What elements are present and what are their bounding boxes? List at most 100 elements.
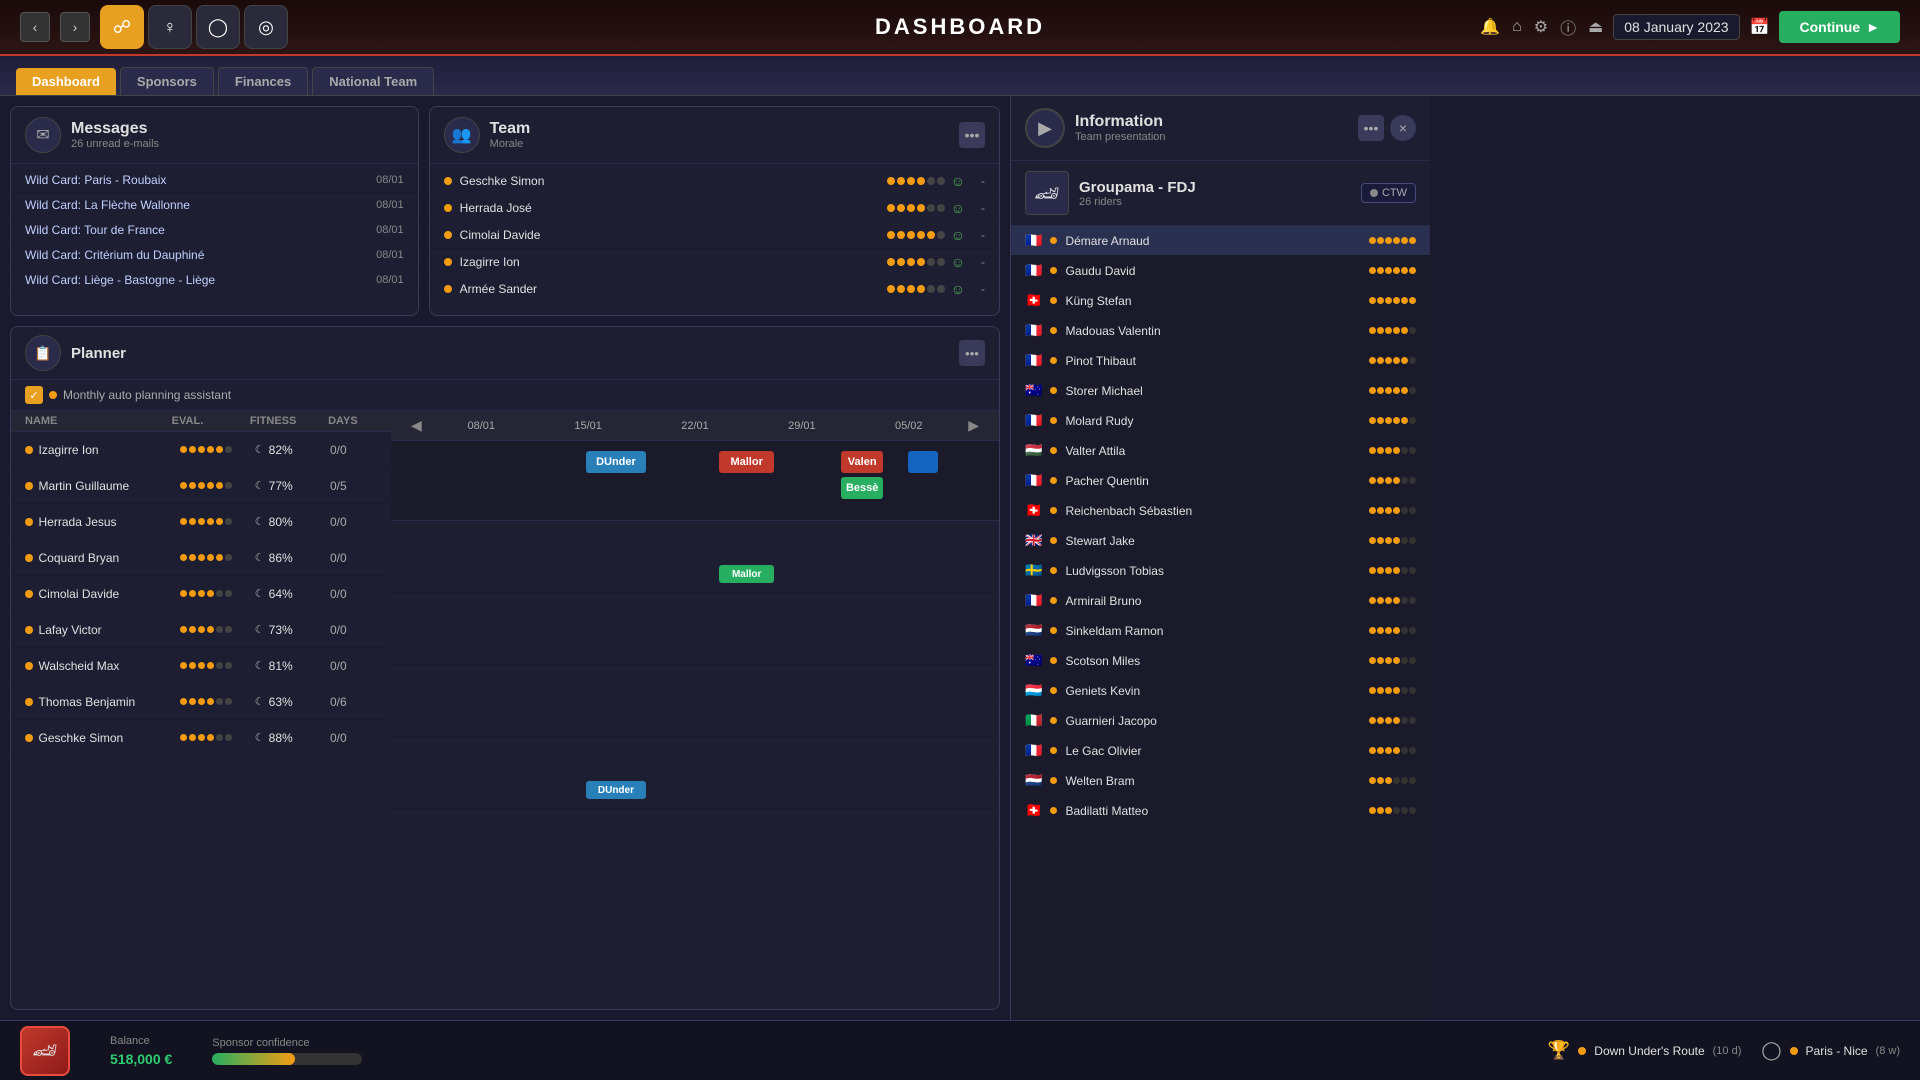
world-nav-btn[interactable]: ◎ <box>244 5 288 49</box>
rider-full-name: Ludvigsson Tobias <box>1065 564 1361 578</box>
race-block-mallor1[interactable]: Mallor <box>719 451 774 473</box>
rider-list-item[interactable]: 🇫🇷 Molard Rudy <box>1011 406 1430 436</box>
rider-list-item[interactable]: 🇱🇺 Geniets Kevin <box>1011 676 1430 706</box>
team-nav-btn[interactable]: ♀ <box>148 5 192 49</box>
rider-list-item[interactable]: 🇦🇺 Storer Michael <box>1011 376 1430 406</box>
rider-list-item[interactable]: 🇨🇭 Badilatti Matteo <box>1011 796 1430 826</box>
rider-status-dot <box>1050 627 1057 634</box>
rider-status-dot <box>1050 477 1057 484</box>
team-morale-item: Cimolai Davide ☺ - <box>430 222 999 249</box>
dashboard-nav-btn[interactable]: ☍ <box>100 5 144 49</box>
team-title: Team <box>490 120 531 138</box>
auto-planning-checkbox[interactable]: ✓ <box>25 386 43 404</box>
settings-icon[interactable]: ⚙ <box>1534 17 1548 37</box>
timeline-next[interactable]: ▶ <box>962 417 985 434</box>
rider-rating <box>1369 687 1416 694</box>
flag-icon: 🇫🇷 <box>1025 232 1042 249</box>
rider-list-item[interactable]: 🇭🇺 Valter Attila <box>1011 436 1430 466</box>
rider-list-item[interactable]: 🇳🇱 Sinkeldam Ramon <box>1011 616 1430 646</box>
rider-dot <box>25 518 33 526</box>
balance-label: Balance <box>110 1035 172 1047</box>
planner-icon: 📋 <box>25 335 61 371</box>
top-section: ✉ Messages 26 unread e-mails Wild Card: … <box>10 106 1000 316</box>
tab-national-team[interactable]: National Team <box>312 67 434 95</box>
race-block-extra[interactable] <box>908 451 938 473</box>
rider-rating <box>1369 717 1416 724</box>
planner-timeline: ◀ 08/01 15/01 22/01 29/01 05/02 ▶ <box>391 411 999 441</box>
tab-sponsors[interactable]: Sponsors <box>120 67 214 95</box>
rider-status-dot <box>444 285 452 293</box>
rider-name: Herrada Jesus <box>39 515 180 529</box>
info-header: ▶ Information Team presentation ••• × <box>1011 96 1430 161</box>
team-morale-card: 👥 Team Morale ••• Geschke Simon <box>429 106 1000 316</box>
message-item[interactable]: Wild Card: Paris - Roubaix 08/01 <box>11 168 418 193</box>
power-icon[interactable]: ⏏ <box>1588 17 1603 37</box>
days-col: 0/0 <box>330 443 377 457</box>
rider-full-name: Pacher Quentin <box>1065 474 1361 488</box>
rider-list-item[interactable]: 🇫🇷 Démare Arnaud <box>1011 226 1430 256</box>
rider-list-item[interactable]: 🇸🇪 Ludvigsson Tobias <box>1011 556 1430 586</box>
stats-nav-btn[interactable]: ◯ <box>196 5 240 49</box>
rider-rating <box>1369 507 1416 514</box>
rider-rating <box>1369 597 1416 604</box>
forward-arrow[interactable]: › <box>60 12 90 42</box>
rider-list-item[interactable]: 🇫🇷 Armirail Bruno <box>1011 586 1430 616</box>
fitness-col: ☾ 81% <box>255 659 330 673</box>
message-item[interactable]: Wild Card: Critérium du Dauphiné 08/01 <box>11 243 418 268</box>
rider-list-item[interactable]: 🇦🇺 Scotson Miles <box>1011 646 1430 676</box>
team-menu-button[interactable]: ••• <box>959 122 985 148</box>
calendar-icon[interactable]: 📅 <box>1750 17 1770 37</box>
back-arrow[interactable]: ‹ <box>20 12 50 42</box>
message-item[interactable]: Wild Card: La Flèche Wallonne 08/01 <box>11 193 418 218</box>
tab-dashboard[interactable]: Dashboard <box>16 68 116 95</box>
continue-button[interactable]: Continue ► <box>1779 11 1900 43</box>
flag-icon: 🇦🇺 <box>1025 652 1042 669</box>
planner-left-rows: Izagirre Ion ☾ 82% 0/0 Martin Guillaume … <box>11 432 391 756</box>
rider-list-item[interactable]: 🇮🇹 Guarnieri Jacopo <box>1011 706 1430 736</box>
rider-name: Walscheid Max <box>39 659 180 673</box>
rider-name: Martin Guillaume <box>39 479 180 493</box>
rider-list-item[interactable]: 🇫🇷 Le Gac Olivier <box>1011 736 1430 766</box>
race-block-dunder[interactable]: DUnder <box>586 451 647 473</box>
rider-status-dot <box>1050 537 1057 544</box>
tab-finances[interactable]: Finances <box>218 67 308 95</box>
info-icon[interactable]: ⓘ <box>1560 15 1576 39</box>
morale-dots: ☺ <box>887 200 965 216</box>
rider-list-item[interactable]: 🇬🇧 Stewart Jake <box>1011 526 1430 556</box>
rider-list-item[interactable]: 🇫🇷 Pacher Quentin <box>1011 466 1430 496</box>
race-block-valen[interactable]: Valen <box>841 451 884 473</box>
home-icon[interactable]: ⌂ <box>1512 18 1522 36</box>
team-logo: 🏎 <box>1025 171 1069 215</box>
rider-rating <box>1369 387 1416 394</box>
rider-list-item[interactable]: 🇫🇷 Madouas Valentin <box>1011 316 1430 346</box>
planner-menu-button[interactable]: ••• <box>959 340 985 366</box>
nav-buttons: ☍ ♀ ◯ ◎ <box>100 5 288 49</box>
team-morale-item: Armée Sander ☺ - <box>430 276 999 303</box>
rider-status-dot <box>1050 237 1057 244</box>
message-item[interactable]: Wild Card: Liège - Bastogne - Liège 08/0… <box>11 268 418 293</box>
planner-rider-row: Geschke Simon ☾ 88% 0/0 <box>11 720 391 756</box>
rider-status-dot <box>1050 657 1057 664</box>
flag-icon: 🇦🇺 <box>1025 382 1042 399</box>
rider-list-item[interactable]: 🇫🇷 Gaudu David <box>1011 256 1430 286</box>
rider-list-item[interactable]: 🇫🇷 Pinot Thibaut <box>1011 346 1430 376</box>
notification-icon[interactable]: 🔔 <box>1480 17 1500 37</box>
rider-dot <box>25 554 33 562</box>
moon-icon: ☾ <box>255 659 265 672</box>
rider-list-item[interactable]: 🇨🇭 Küng Stefan <box>1011 286 1430 316</box>
team-info-header: 🏎 Groupama - FDJ 26 riders CTW <box>1011 161 1430 226</box>
race-block-besse[interactable]: Bessè <box>841 477 884 499</box>
race-plan-bar[interactable]: Mallor <box>719 565 774 583</box>
rider-list-item[interactable]: 🇳🇱 Welten Bram <box>1011 766 1430 796</box>
fitness-col: ☾ 63% <box>255 695 330 709</box>
event-name: Down Under's Route <box>1594 1044 1704 1058</box>
rider-full-name: Geniets Kevin <box>1065 684 1361 698</box>
info-close-button[interactable]: × <box>1390 115 1416 141</box>
race-plan-bar[interactable]: DUnder <box>586 781 647 799</box>
sponsor-bar-fill <box>212 1053 295 1065</box>
message-item[interactable]: Wild Card: Tour de France 08/01 <box>11 218 418 243</box>
timeline-prev[interactable]: ◀ <box>405 417 428 434</box>
event-info: (10 d) <box>1713 1045 1742 1057</box>
rider-list-item[interactable]: 🇨🇭 Reichenbach Sébastien <box>1011 496 1430 526</box>
info-menu-button[interactable]: ••• <box>1358 115 1384 141</box>
